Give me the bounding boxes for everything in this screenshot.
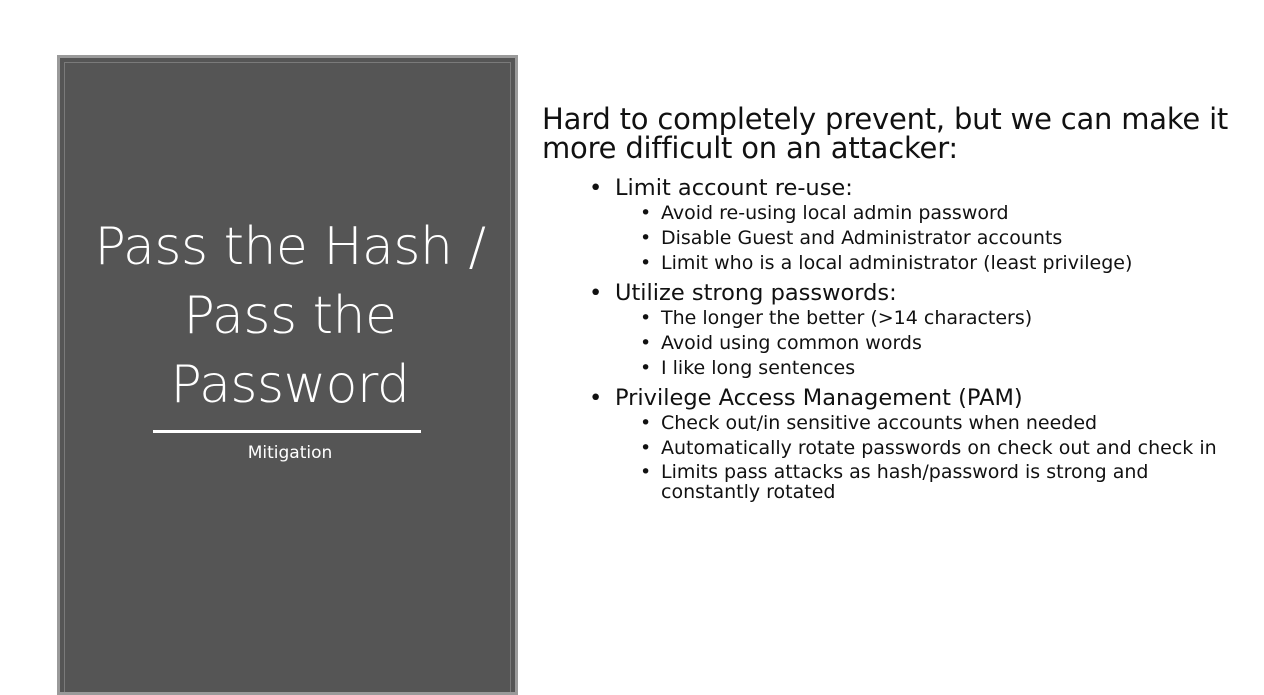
sub-bullet: Limits pass attacks as hash/password is … xyxy=(615,462,1247,502)
title-panel: Pass the Hash / Pass the Password Mitiga… xyxy=(57,55,518,695)
sub-bullet: Automatically rotate passwords on check … xyxy=(615,438,1247,458)
bullet-list: Limit account re-use: Avoid re-using loc… xyxy=(542,173,1247,502)
section-heading: Utilize strong passwords: xyxy=(615,280,897,306)
slide-title: Pass the Hash / Pass the Password xyxy=(94,217,486,415)
section-heading: Privilege Access Management (PAM) xyxy=(615,385,1023,411)
bullet-section: Limit account re-use: Avoid re-using loc… xyxy=(542,173,1247,274)
sub-bullet-list: Avoid re-using local admin password Disa… xyxy=(615,203,1247,275)
sub-bullet: Disable Guest and Administrator accounts xyxy=(615,228,1247,250)
slide-subtitle: Mitigation xyxy=(247,443,333,463)
bullet-section: Privilege Access Management (PAM) Check … xyxy=(542,383,1247,502)
sub-bullet: The longer the better (>14 characters) xyxy=(615,308,1247,330)
sub-bullet-list: The longer the better (>14 characters) A… xyxy=(615,308,1247,380)
sub-bullet-list: Check out/in sensitive accounts when nee… xyxy=(615,413,1247,503)
sub-bullet: Avoid re-using local admin password xyxy=(615,203,1247,225)
sub-bullet: Avoid using common words xyxy=(615,333,1247,355)
slide-content: Hard to completely prevent, but we can m… xyxy=(542,105,1247,506)
section-heading: Limit account re-use: xyxy=(615,175,853,201)
sub-bullet: I like long sentences xyxy=(615,358,1247,380)
sub-bullet: Limit who is a local administrator (leas… xyxy=(615,253,1247,275)
sub-bullet: Check out/in sensitive accounts when nee… xyxy=(615,413,1247,435)
bullet-section: Utilize strong passwords: The longer the… xyxy=(542,278,1247,379)
lead-text: Hard to completely prevent, but we can m… xyxy=(542,102,1229,165)
title-divider xyxy=(153,430,421,433)
